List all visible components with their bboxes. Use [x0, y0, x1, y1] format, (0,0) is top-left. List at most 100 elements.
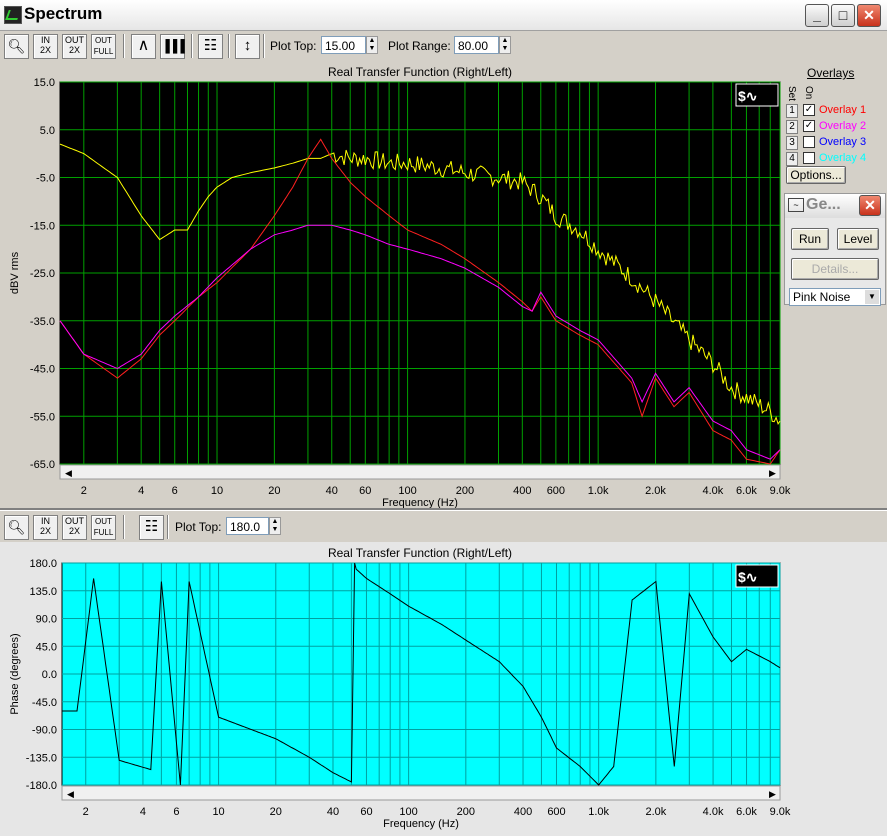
scroll-left-arrow: ◀: [65, 468, 72, 478]
generator-title: Ge...: [806, 196, 841, 213]
x-tick-label: 9.0k: [770, 806, 791, 818]
x-tick-label: 9.0k: [770, 485, 791, 497]
x-tick-label: 1.0k: [588, 806, 609, 818]
overlay-options-button[interactable]: Options...: [786, 166, 846, 184]
settings-panel-button-2[interactable]: ☷: [139, 515, 164, 540]
horizontal-scrollbar: [61, 785, 781, 801]
plot-range-input[interactable]: 80.00: [454, 36, 499, 54]
zoom-tool-button-2[interactable]: 🔍︎: [4, 515, 29, 540]
plot-range-spinner[interactable]: ▲ ▼: [499, 36, 511, 54]
generator-details-button[interactable]: Details...: [791, 258, 879, 280]
y-tick-label: 90.0: [36, 614, 57, 626]
zoom-out-full-button-2[interactable]: OUT FULL: [91, 515, 116, 540]
generator-close-button[interactable]: ✕: [859, 195, 881, 216]
pane-splitter[interactable]: [0, 508, 887, 511]
scroll-left-arrow: ◀: [67, 789, 74, 799]
generator-titlebar: ~ Ge... ✕: [785, 194, 885, 218]
y-tick-label: -90.0: [32, 725, 57, 737]
y-tick-label: -135.0: [26, 752, 57, 764]
zoom-out-2x-label: OUT 2X: [65, 516, 84, 536]
toolbar-separator: [123, 515, 125, 539]
x-tick-label: 6: [172, 485, 178, 497]
magnitude-chart[interactable]: 15.0 5.0 -5.0 -15.0 -25.0 -35.0 -45.0 -55.0 -65.…: [0, 60, 887, 520]
overlay-on-checkbox[interactable]: [803, 152, 815, 164]
overlay-row: 2 ✓ Overlay 2: [784, 120, 884, 134]
toolbar-separator: [263, 34, 265, 58]
x-axis-label: Frequency (Hz): [383, 818, 459, 830]
x-tick-label: 6.0k: [736, 806, 757, 818]
overlay-name: Overlay 4: [819, 152, 867, 164]
y-tick-label: -45.0: [32, 697, 57, 709]
x-tick-label: 600: [547, 806, 565, 818]
plot-top-spinner[interactable]: ▲ ▼: [366, 36, 378, 54]
y-tick-label: 5.0: [40, 125, 55, 137]
set-column-label: Set: [786, 86, 797, 102]
overlays-header: Overlays: [807, 66, 855, 80]
chevron-down-icon[interactable]: ▼: [865, 290, 879, 304]
zoom-out-full-button[interactable]: OUT FULL: [91, 34, 116, 59]
overlay-set-button[interactable]: 3: [786, 136, 798, 150]
y-tick-label: 135.0: [29, 586, 57, 598]
zoom-out-2x-label: OUT 2X: [65, 35, 84, 55]
x-tick-label: 200: [457, 806, 475, 818]
x-tick-label: 10: [211, 485, 223, 497]
close-button[interactable]: ✕: [857, 4, 881, 27]
settings-panel-button[interactable]: ☷: [198, 34, 223, 59]
generator-signal-select[interactable]: Pink Noise ▼: [789, 288, 881, 306]
x-tick-label: 40: [326, 485, 338, 497]
y-axis-label: Phase (degrees): [9, 633, 21, 714]
x-tick-label: 200: [456, 485, 474, 497]
phase-plot-top-input[interactable]: 180.0: [226, 517, 269, 535]
x-tick-label: 2.0k: [645, 806, 666, 818]
line-mode-button[interactable]: ∧: [131, 34, 156, 59]
toolbar-separator: [228, 34, 230, 58]
autoscale-button[interactable]: ↕: [235, 34, 260, 59]
zoom-out-full-label: OUT FULL: [93, 517, 114, 537]
overlay-row: 3 Overlay 3: [784, 136, 884, 150]
zoom-tool-button[interactable]: 🔍︎: [4, 34, 29, 59]
x-tick-label: 2: [81, 485, 87, 497]
y-tick-label: -25.0: [30, 268, 55, 280]
zoom-in-2x-label: IN 2X: [39, 35, 51, 55]
overlay-on-checkbox[interactable]: ✓: [803, 120, 815, 132]
zoom-in-2x-button[interactable]: IN 2X: [33, 34, 58, 59]
bar-mode-button[interactable]: ▐▐▐: [160, 34, 185, 59]
x-tick-label: 600: [547, 485, 565, 497]
plot-top-label: Plot Top:: [270, 39, 317, 53]
x-tick-label: 4.0k: [703, 806, 724, 818]
generator-level-button[interactable]: Level: [837, 228, 879, 250]
bottom-toolbar: 🔍︎ IN 2X OUT 2X OUT FULL ☷ Plot Top: 180…: [0, 512, 887, 542]
phase-plot-top-spinner[interactable]: ▲ ▼: [269, 517, 281, 535]
maximize-button[interactable]: □: [831, 4, 855, 27]
generator-panel: ~ Ge... ✕ Run Level Details... Pink Nois…: [784, 193, 886, 306]
zoom-in-2x-button-2[interactable]: IN 2X: [33, 515, 58, 540]
x-tick-label: 60: [360, 806, 372, 818]
zoom-in-2x-label: IN 2X: [39, 516, 51, 536]
scroll-right-arrow: ▶: [769, 789, 776, 799]
plot-top-input[interactable]: 15.00: [321, 36, 366, 54]
x-tick-label: 100: [398, 485, 416, 497]
generator-icon: ~: [788, 198, 804, 212]
overlay-set-button[interactable]: 2: [786, 120, 798, 134]
minimize-button[interactable]: _: [805, 4, 829, 27]
y-tick-label: 0.0: [42, 669, 57, 681]
overlay-name: Overlay 2: [819, 120, 867, 132]
overlay-on-checkbox[interactable]: ✓: [803, 104, 815, 116]
spectrum-app-icon: [4, 6, 22, 24]
overlay-set-button[interactable]: 4: [786, 152, 798, 166]
zoom-out-2x-button[interactable]: OUT 2X: [62, 34, 87, 59]
phase-chart[interactable]: 180.0 135.0 90.0 45.0 0.0 -45.0 -90.0 -135.0 -18…: [0, 546, 887, 836]
x-tick-label: 60: [359, 485, 371, 497]
generator-run-button[interactable]: Run: [791, 228, 829, 250]
y-tick-label: -15.0: [30, 220, 55, 232]
y-tick-label: -35.0: [30, 316, 55, 328]
y-tick-label: 45.0: [36, 641, 57, 653]
x-tick-label: 100: [399, 806, 417, 818]
top-toolbar: 🔍︎ IN 2X OUT 2X OUT FULL ∧ ▐▐▐ ☷ ↕ Plot …: [0, 31, 887, 61]
overlay-name: Overlay 1: [819, 104, 867, 116]
overlay-set-button[interactable]: 1: [786, 104, 798, 118]
y-axis-label: dBV rms: [9, 251, 21, 294]
zoom-out-2x-button-2[interactable]: OUT 2X: [62, 515, 87, 540]
x-tick-label: 40: [327, 806, 339, 818]
overlay-on-checkbox[interactable]: [803, 136, 815, 148]
